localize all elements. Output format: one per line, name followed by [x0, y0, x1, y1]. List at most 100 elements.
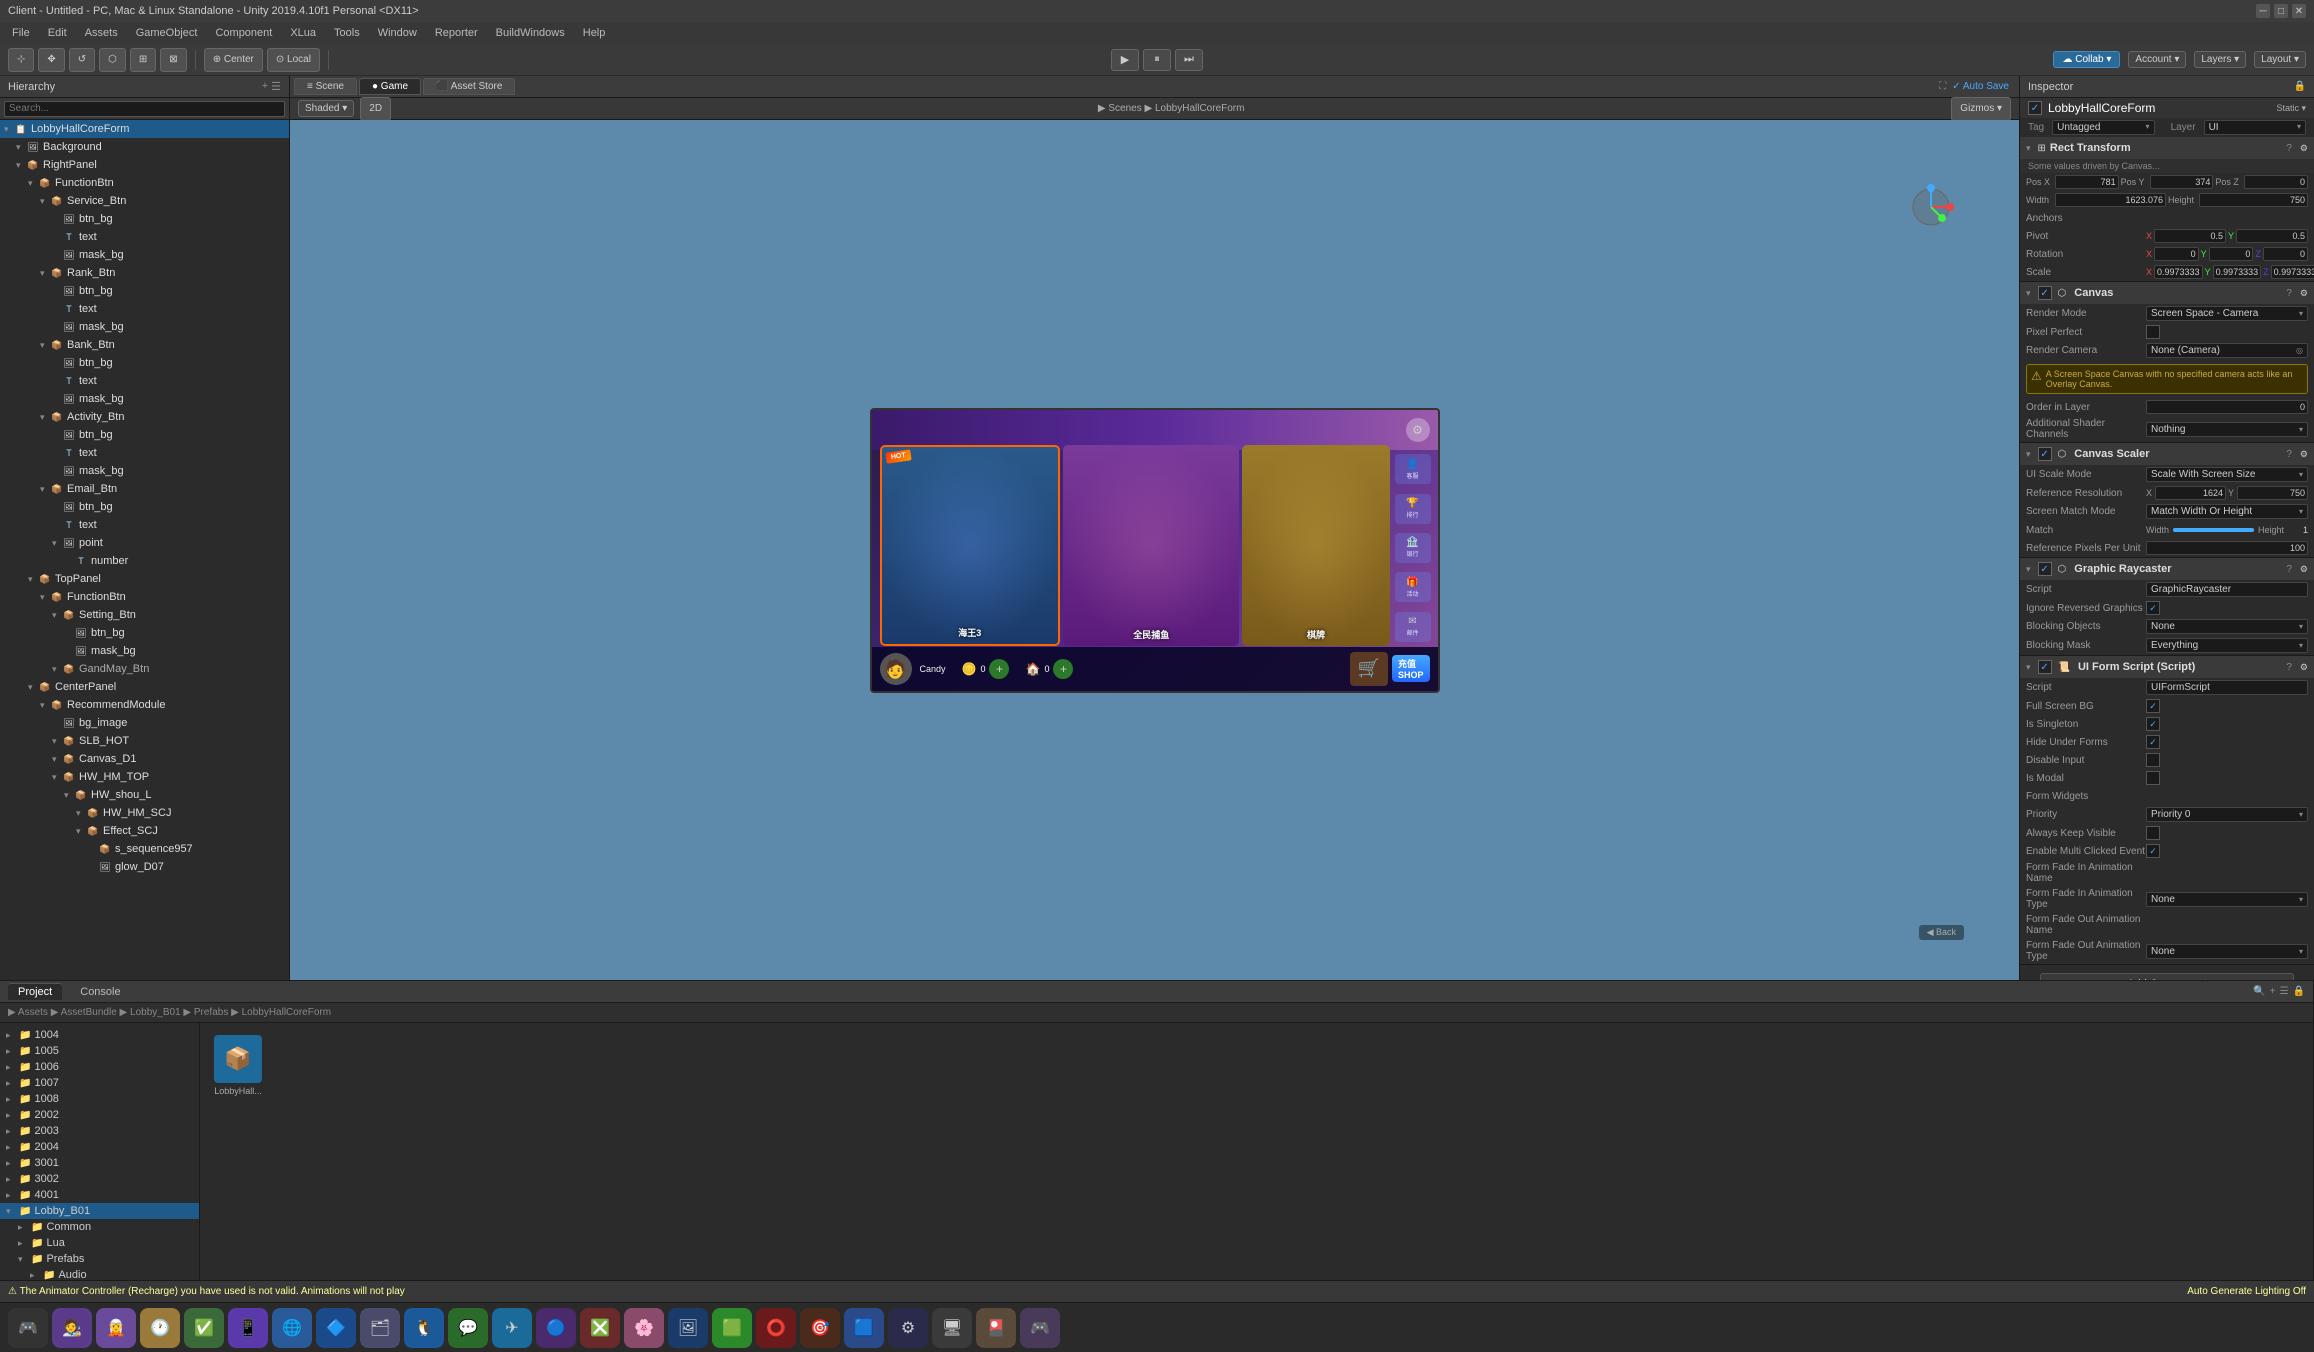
taskbar-icon-unity[interactable]: 🎮 [8, 1308, 48, 1348]
hierarchy-item-hw-hm-scj[interactable]: ▾ 📦 HW_HM_SCJ [0, 804, 289, 822]
taskbar-icon-char1[interactable]: 🧑‍🎨 [52, 1308, 92, 1348]
taskbar-icon-qq[interactable]: 🐧 [404, 1308, 444, 1348]
hierarchy-item-centerpanel[interactable]: ▾ 📦 CenterPanel [0, 678, 289, 696]
ref-pixels-field[interactable]: 100 [2146, 541, 2308, 555]
taskbar-icon-version[interactable]: ✅ [184, 1308, 224, 1348]
menu-file[interactable]: File [4, 25, 38, 41]
hierarchy-item-gandmay-btn[interactable]: ▾ 📦 GandMay_Btn [0, 660, 289, 678]
order-in-layer-field[interactable]: 0 [2146, 400, 2308, 414]
scene-tab-scene[interactable]: ≡ Scene [294, 78, 357, 95]
pos-z-field[interactable]: 0 [2244, 175, 2308, 189]
taskbar-icon-chrome[interactable]: 🌐 [272, 1308, 312, 1348]
tab-project[interactable]: Project [8, 983, 62, 1000]
ref-res-y-field[interactable]: 750 [2237, 486, 2308, 500]
hierarchy-item-mask-bg-6[interactable]: 🖼 mask_bg [0, 642, 289, 660]
pt-item-4001[interactable]: ▸📁4001 [0, 1187, 199, 1203]
taskbar-icon-photoshop[interactable]: 🖼 [668, 1308, 708, 1348]
canvas-scaler-info[interactable]: ? [2286, 449, 2292, 460]
play-button[interactable]: ▶ [1111, 49, 1139, 71]
taskbar-icon-telegram[interactable]: ✈ [492, 1308, 532, 1348]
shop-icon[interactable]: 🛒 [1350, 652, 1388, 686]
pos-x-field[interactable]: 781 [2055, 175, 2119, 189]
ui-script-field[interactable]: UIFormScript [2146, 680, 2308, 695]
pt-item-lua[interactable]: ▸📁Lua [0, 1235, 199, 1251]
full-screen-checkbox[interactable]: ✓ [2146, 699, 2160, 713]
collab-button[interactable]: ☁ Collab ▾ [2053, 51, 2120, 68]
right-icon-2[interactable]: 🏆 排行 [1395, 494, 1431, 524]
match-slider[interactable] [2173, 528, 2254, 532]
taskbar-icon-phone[interactable]: 📱 [228, 1308, 268, 1348]
tab-console[interactable]: Console [70, 984, 130, 1000]
canvas-scaler-header[interactable]: ▾ ✓ ⬡ Canvas Scaler ? ⚙ [2020, 443, 2314, 465]
right-icon-5[interactable]: ✉ 邮件 [1395, 612, 1431, 642]
always-keep-visible-checkbox[interactable] [2146, 826, 2160, 840]
canvas-scaler-settings[interactable]: ⚙ [2300, 449, 2308, 460]
tag-dropdown[interactable]: Untagged ▾ [2052, 120, 2154, 135]
hierarchy-item-service-btn[interactable]: ▾ 📦 Service_Btn [0, 192, 289, 210]
pt-item-prefabs[interactable]: ▾📁Prefabs [0, 1251, 199, 1267]
menu-assets[interactable]: Assets [77, 25, 126, 41]
disable-input-checkbox[interactable] [2146, 753, 2160, 767]
canvas-header[interactable]: ▾ ✓ ⬡ Canvas ? ⚙ [2020, 282, 2314, 304]
recharge-button[interactable]: 充值SHOP [1392, 655, 1430, 682]
rect-transform-info[interactable]: ? [2286, 143, 2292, 154]
scale-x-field[interactable]: 0.9973333 [2154, 265, 2203, 279]
layers-dropdown[interactable]: Layers ▾ [2194, 51, 2246, 68]
pt-item-3002[interactable]: ▸📁3002 [0, 1171, 199, 1187]
pt-item-1004[interactable]: ▸📁1004 [0, 1027, 199, 1043]
hierarchy-item-btn-bg-1[interactable]: 🖼 btn_bg [0, 210, 289, 228]
right-icon-3[interactable]: 🏦 银行 [1395, 533, 1431, 563]
tool-rect[interactable]: ⊞ [130, 48, 156, 72]
blocking-mask-dropdown[interactable]: Everything ▾ [2146, 638, 2308, 653]
ui-form-script-settings[interactable]: ⚙ [2300, 662, 2308, 673]
account-dropdown[interactable]: Account ▾ [2128, 51, 2186, 68]
hierarchy-item-text-4[interactable]: T text [0, 444, 289, 462]
height-field[interactable]: 750 [2199, 193, 2308, 207]
project-menu-btn[interactable]: ☰ [2280, 986, 2289, 997]
pivot-x-field[interactable]: 0.5 [2154, 229, 2226, 243]
taskbar-icon-app6[interactable]: ⭕ [756, 1308, 796, 1348]
width-field[interactable]: 1623.076 [2055, 193, 2166, 207]
taskbar-icon-app2[interactable]: ❎ [580, 1308, 620, 1348]
asset-lobbyhallcoreform[interactable]: 📦 LobbyHall... [208, 1031, 268, 1100]
pixel-perfect-checkbox[interactable] [2146, 325, 2160, 339]
taskbar-icon-app12[interactable]: 🎮 [1020, 1308, 1060, 1348]
hide-under-checkbox[interactable]: ✓ [2146, 735, 2160, 749]
menu-xlua[interactable]: XLua [282, 25, 324, 41]
pt-item-3001[interactable]: ▸📁3001 [0, 1155, 199, 1171]
step-button[interactable]: ⏭ [1175, 49, 1203, 71]
hierarchy-item-bg-image[interactable]: 🖼 bg_image [0, 714, 289, 732]
pt-item-2003[interactable]: ▸📁2003 [0, 1123, 199, 1139]
ui-form-script-header[interactable]: ▾ ✓ 📜 UI Form Script (Script) ? ⚙ [2020, 656, 2314, 678]
minimize-button[interactable]: ─ [2256, 4, 2270, 18]
pt-item-1008[interactable]: ▸📁1008 [0, 1091, 199, 1107]
pause-button[interactable]: ⏸ [1143, 49, 1171, 71]
canvas-info[interactable]: ? [2286, 288, 2292, 299]
taskbar-icon-edge[interactable]: 🔷 [316, 1308, 356, 1348]
taskbar-icon-app1[interactable]: 🔵 [536, 1308, 576, 1348]
hierarchy-item-toppanel[interactable]: ▾ 📦 TopPanel [0, 570, 289, 588]
pt-item-1007[interactable]: ▸📁1007 [0, 1075, 199, 1091]
gizmos-button[interactable]: Gizmos ▾ [1951, 97, 2011, 121]
menu-component[interactable]: Component [207, 25, 280, 41]
pt-item-2004[interactable]: ▸📁2004 [0, 1139, 199, 1155]
hierarchy-item-activity-btn[interactable]: ▾ 📦 Activity_Btn [0, 408, 289, 426]
menu-tools[interactable]: Tools [326, 25, 368, 41]
hierarchy-item-bank-btn[interactable]: ▾ 📦 Bank_Btn [0, 336, 289, 354]
hierarchy-item-btn-bg-2[interactable]: 🖼 btn_bg [0, 282, 289, 300]
additional-shader-dropdown[interactable]: Nothing ▾ [2146, 422, 2308, 437]
add-gold-btn[interactable]: + [989, 659, 1009, 679]
rot-x-field[interactable]: 0 [2154, 247, 2199, 261]
hierarchy-item-hw-hm-top[interactable]: ▾ 📦 HW_HM_TOP [0, 768, 289, 786]
layout-dropdown[interactable]: Layout ▾ [2254, 51, 2306, 68]
ui-scale-mode-dropdown[interactable]: Scale With Screen Size ▾ [2146, 467, 2308, 482]
render-camera-dropdown[interactable]: None (Camera) ◎ [2146, 343, 2308, 358]
pivot-local-button[interactable]: ⊙ Local [267, 48, 320, 72]
pt-item-2002[interactable]: ▸📁2002 [0, 1107, 199, 1123]
pt-item-1006[interactable]: ▸📁1006 [0, 1059, 199, 1075]
hierarchy-item-text-2[interactable]: T text [0, 300, 289, 318]
hierarchy-item-mask-bg-4[interactable]: 🖼 mask_bg [0, 462, 289, 480]
pt-item-1005[interactable]: ▸📁1005 [0, 1043, 199, 1059]
project-lock-btn[interactable]: 🔒 [2293, 986, 2305, 997]
taskbar-icon-app8[interactable]: 🟦 [844, 1308, 884, 1348]
